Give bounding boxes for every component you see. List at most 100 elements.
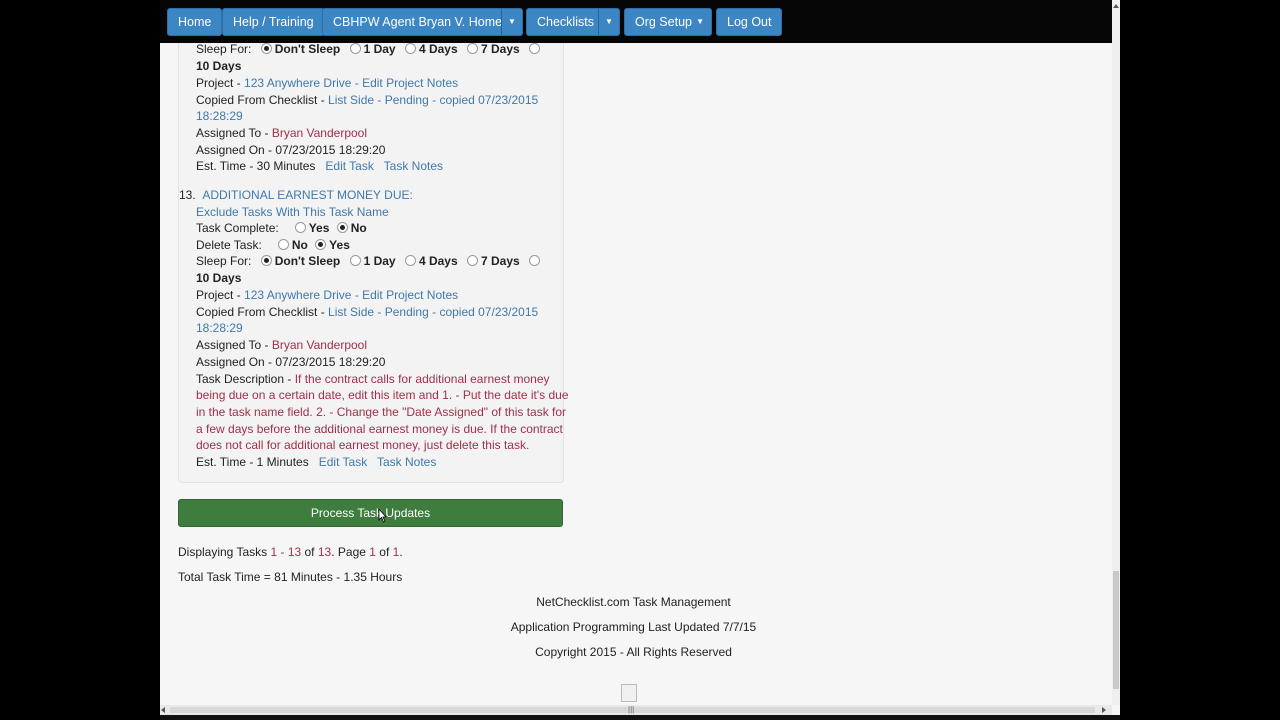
separator: -	[351, 288, 363, 302]
copied-from-checklist-link[interactable]: List Side - Pending - copied 07/23/2015	[328, 93, 538, 107]
sleep-label: Sleep For:	[196, 254, 252, 268]
project-link[interactable]: 123 Anywhere Drive	[244, 288, 351, 302]
delete-task-yes-radio[interactable]	[315, 239, 327, 250]
sleep-option-label: 10 Days	[196, 59, 242, 73]
nav-logout-button[interactable]: Log Out	[716, 8, 783, 36]
sleep-4-days-radio[interactable]	[404, 255, 416, 266]
scroll-right-arrow-icon[interactable]	[1102, 707, 1106, 713]
edit-task-link[interactable]: Edit Task	[325, 159, 373, 173]
task-description-text: If the contract calls for additional ear…	[294, 372, 550, 386]
sleep-label: Sleep For:	[196, 42, 252, 56]
task12-sleep-row: Sleep For: Don't Sleep 1 Day 4 Days 7 Da…	[196, 41, 543, 57]
scroll-up-arrow-icon[interactable]	[1113, 4, 1119, 8]
sleep-option-label: 1 Day	[363, 42, 396, 56]
bottom-border	[160, 715, 1120, 720]
task-range: 1 - 13	[270, 545, 302, 559]
nav-agent-home-button[interactable]: CBHPW Agent Bryan V. Home	[322, 8, 503, 36]
sleep-option-label: 7 Days	[481, 254, 520, 268]
copied-from-checklist-link[interactable]: List Side - Pending - copied 07/23/2015	[328, 305, 538, 319]
nav-checklists-button[interactable]: Checklists	[526, 8, 599, 36]
org-setup-caret-icon: ▼	[696, 17, 704, 26]
task13-header: 13. ADDITIONAL EARNEST MONEY DUE:	[179, 187, 413, 203]
task13-assigned-to-row: Assigned To - Bryan Vanderpool	[196, 337, 367, 353]
footer-copyright: Copyright 2015 - All Rights Reserved	[535, 645, 732, 659]
task-description-text: does not call for additional earnest mon…	[196, 438, 530, 452]
sleep-option-label: 4 Days	[418, 254, 458, 268]
sleep-option-label: Don't Sleep	[274, 254, 341, 268]
delete-task-no-radio[interactable]	[277, 239, 289, 250]
nav-home-button[interactable]: Home	[167, 8, 223, 36]
radio-option-label: No	[350, 221, 367, 235]
nav-help-training-button[interactable]: Help / Training	[222, 8, 325, 36]
radio-option-label: Yes	[329, 238, 350, 252]
page-status-icon	[621, 684, 637, 702]
task12-project-row: Project - 123 Anywhere Drive - Edit Proj…	[196, 75, 458, 91]
edit-project-notes-link[interactable]: Edit Project Notes	[362, 288, 458, 302]
project-label: Project -	[196, 76, 245, 90]
task12-est-time-row: Est. Time - 30 Minutes Edit Task Task No…	[196, 158, 443, 174]
task-complete-yes-radio[interactable]	[294, 222, 306, 233]
copied-from-checklist-link-cont[interactable]: 18:28:29	[196, 320, 243, 336]
sleep-1-day-radio[interactable]	[349, 255, 361, 266]
horizontal-scrollbar[interactable]: |||	[160, 705, 1112, 715]
task12-assigned-on: Assigned On - 07/23/2015 18:29:20	[196, 143, 386, 157]
task13-complete-row: Task Complete: Yes No	[196, 220, 367, 236]
sleep-7-days-radio[interactable]	[467, 43, 478, 54]
sleep-1-day-radio[interactable]	[349, 43, 361, 54]
copied-from-checklist-link-cont[interactable]: 18:28:29	[196, 108, 243, 124]
est-time: Est. Time - 30 Minutes	[196, 159, 316, 173]
assigned-to-label: Assigned To -	[196, 338, 272, 352]
radio-option-label: No	[291, 238, 308, 252]
vertical-scrollbar[interactable]	[1112, 0, 1120, 705]
task-number: 13.	[179, 188, 196, 202]
delete-task-label: Delete Task:	[196, 238, 262, 252]
task-description-label: Task Description -	[196, 372, 295, 386]
task12-assigned-to-row: Assigned To - Bryan Vanderpool	[196, 125, 367, 141]
copied-from-label: Copied From Checklist -	[196, 93, 329, 107]
task-notes-link[interactable]: Task Notes	[377, 455, 436, 469]
scroll-left-arrow-icon[interactable]	[161, 707, 165, 713]
browser-viewport: Home Help / Training CBHPW Agent Bryan V…	[160, 0, 1120, 720]
scroll-grip-icon: |||	[628, 705, 635, 714]
task13-sleep-row: Sleep For: Don't Sleep 1 Day 4 Days 7 Da…	[196, 253, 543, 269]
footer-app-name: NetChecklist.com Task Management	[536, 595, 731, 609]
task-description-text: in the task name field. 2. - Change the …	[196, 405, 567, 419]
task-description-text: being due on a certain date, edit this i…	[196, 388, 569, 402]
task-notes-link[interactable]: Task Notes	[384, 159, 443, 173]
sleep-10-days-radio[interactable]	[529, 43, 541, 54]
of-label: of	[301, 545, 318, 559]
est-time: Est. Time - 1 Minutes	[196, 455, 309, 469]
nav-org-setup-button[interactable]: Org Setup ▼	[624, 8, 712, 36]
sleep-10-days-radio[interactable]	[529, 255, 541, 266]
sleep-dont-sleep-radio[interactable]	[260, 255, 272, 266]
task13-est-time-row: Est. Time - 1 Minutes Edit Task Task Not…	[196, 454, 436, 470]
footer-last-updated: Application Programming Last Updated 7/7…	[510, 620, 757, 634]
checklists-dropdown-caret-icon[interactable]: ▼	[598, 8, 620, 36]
exclude-task-name-link[interactable]: Exclude Tasks With This Task Name	[196, 204, 389, 220]
task-title-link[interactable]: ADDITIONAL EARNEST MONEY DUE:	[202, 188, 413, 202]
sleep-7-days-radio[interactable]	[467, 255, 478, 266]
vertical-scroll-thumb[interactable]	[1113, 571, 1119, 689]
assigned-to-value: Bryan Vanderpool	[271, 338, 368, 352]
top-navbar: Home Help / Training CBHPW Agent Bryan V…	[160, 0, 1112, 43]
edit-project-notes-link[interactable]: Edit Project Notes	[362, 76, 458, 90]
task13-copied-row: Copied From Checklist - List Side - Pend…	[196, 304, 538, 320]
separator: -	[351, 76, 363, 90]
sleep-4-days-radio[interactable]	[404, 43, 416, 54]
radio-option-label: Yes	[308, 221, 330, 235]
task-total: 13	[317, 545, 332, 559]
of-label: of	[375, 545, 393, 559]
agent-home-dropdown-caret-icon[interactable]: ▼	[501, 8, 523, 36]
page-number: 1	[369, 545, 376, 559]
task-complete-label: Task Complete:	[196, 221, 279, 235]
process-task-updates-button[interactable]: Process Task Updates	[178, 499, 563, 527]
text-cursor-icon	[378, 509, 386, 523]
task-complete-no-radio[interactable]	[336, 222, 348, 233]
assigned-to-label: Assigned To -	[196, 126, 272, 140]
org-setup-label: Org Setup	[635, 15, 692, 29]
task-count-summary: Displaying Tasks 1 - 13 of 13. Page 1 of…	[178, 544, 403, 560]
edit-task-link[interactable]: Edit Task	[319, 455, 367, 469]
project-link[interactable]: 123 Anywhere Drive	[244, 76, 351, 90]
task12-copied-row: Copied From Checklist - List Side - Pend…	[196, 92, 538, 108]
sleep-dont-sleep-radio[interactable]	[260, 43, 272, 54]
